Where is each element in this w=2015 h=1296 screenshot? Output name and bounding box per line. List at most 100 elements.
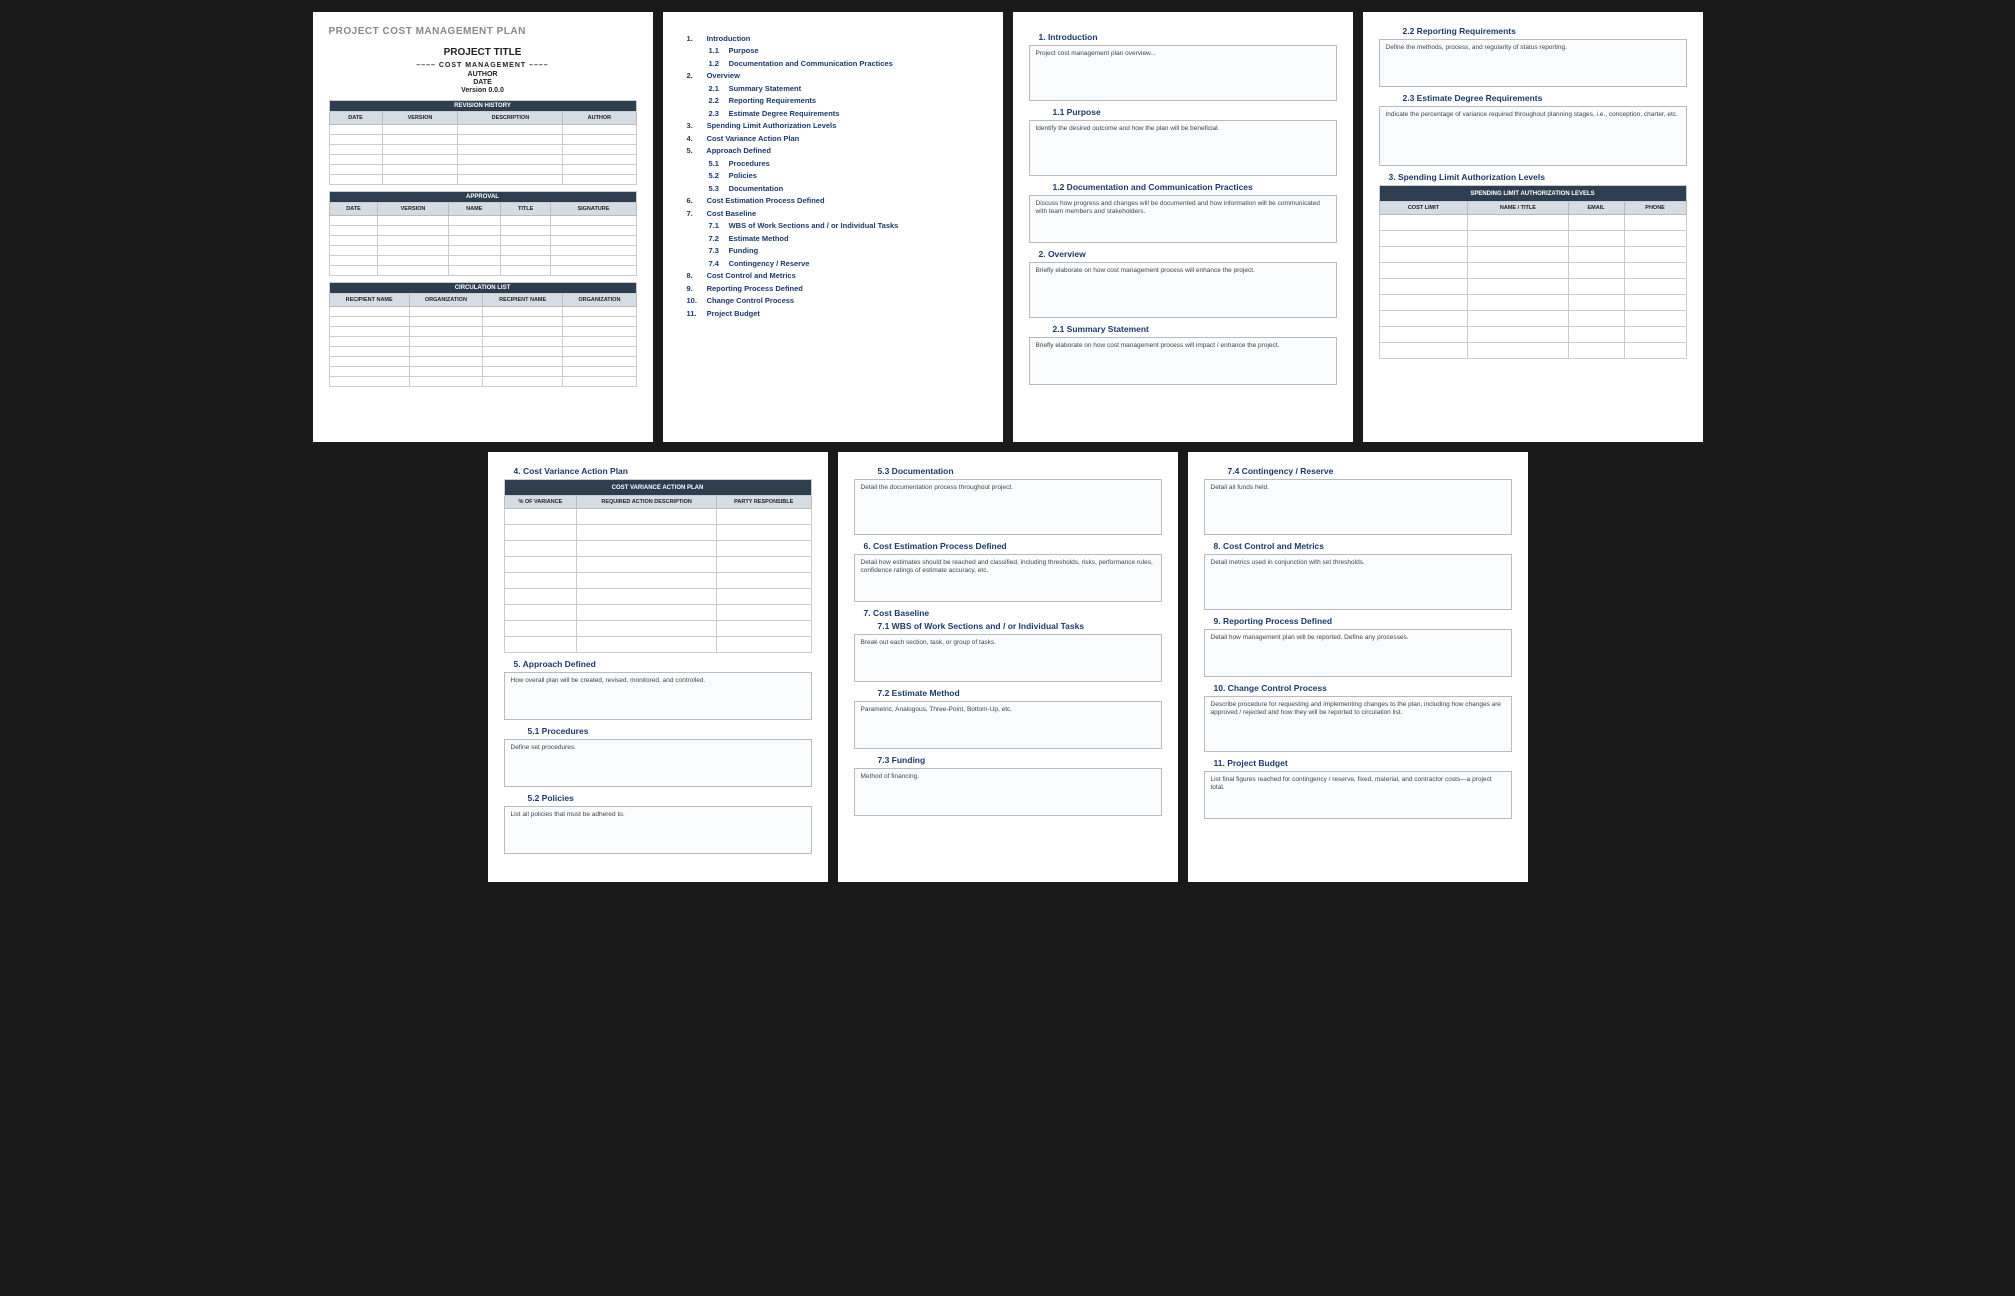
col-header: ORGANIZATION bbox=[409, 294, 482, 307]
sec-8-h: 8. Cost Control and Metrics bbox=[1204, 541, 1512, 551]
sec-7-4-box: Detail all funds held. bbox=[1204, 479, 1512, 535]
sec-2-1-box: Briefly elaborate on how cost management… bbox=[1029, 337, 1337, 385]
toc-subitem: 2.3 Estimate Degree Requirements bbox=[709, 109, 979, 118]
col-header: VERSION bbox=[382, 112, 458, 125]
date: DATE bbox=[329, 79, 637, 86]
sec-2-1-h: 2.1 Summary Statement bbox=[1029, 324, 1337, 334]
sec-10-h: 10. Change Control Process bbox=[1204, 683, 1512, 693]
col-header: REQUIRED ACTION DESCRIPTION bbox=[577, 496, 717, 509]
sec-2-3-box: Indicate the percentage of variance requ… bbox=[1379, 106, 1687, 166]
table-row bbox=[1379, 295, 1686, 311]
sec-5-1-h: 5.1 Procedures bbox=[504, 726, 812, 736]
sec-2-2-box: Define the methods, process, and regular… bbox=[1379, 39, 1687, 87]
sec-1-1-h: 1.1 Purpose bbox=[1029, 107, 1337, 117]
sec-7-3-box: Method of financing. bbox=[854, 768, 1162, 816]
table-row bbox=[329, 347, 636, 357]
toc-subitem: 5.2 Policies bbox=[709, 171, 979, 180]
table-row bbox=[329, 155, 636, 165]
toc-item: 2. Overview bbox=[687, 71, 979, 80]
approval-table: APPROVAL DATEVERSIONNAMETITLESIGNATURE bbox=[329, 191, 637, 276]
table-row bbox=[329, 266, 636, 276]
toc-subitem: 7.3 Funding bbox=[709, 246, 979, 255]
table-row bbox=[329, 327, 636, 337]
toc-item: 4. Cost Variance Action Plan bbox=[687, 134, 979, 143]
table-row bbox=[329, 226, 636, 236]
sec-6-box: Detail how estimates should be reached a… bbox=[854, 554, 1162, 602]
table-row bbox=[504, 637, 811, 653]
col-header: ORGANIZATION bbox=[563, 294, 636, 307]
table-row bbox=[329, 256, 636, 266]
col-header: SIGNATURE bbox=[551, 203, 636, 216]
table-row bbox=[1379, 327, 1686, 343]
table-row bbox=[329, 377, 636, 387]
sec-1-2-box: Discuss how progress and changes will be… bbox=[1029, 195, 1337, 243]
col-header: NAME / TITLE bbox=[1468, 202, 1568, 215]
table-row bbox=[504, 589, 811, 605]
toc-subitem: 2.1 Summary Statement bbox=[709, 84, 979, 93]
sec-5-1-box: Define set procedures. bbox=[504, 739, 812, 787]
table-row bbox=[329, 236, 636, 246]
toc-subitem: 7.4 Contingency / Reserve bbox=[709, 259, 979, 268]
table-row bbox=[1379, 279, 1686, 295]
col-header: RECIPIENT NAME bbox=[482, 294, 562, 307]
toc-subitem: 5.1 Procedures bbox=[709, 159, 979, 168]
toc-subitem: 2.2 Reporting Requirements bbox=[709, 96, 979, 105]
sec-1-box: Project cost management plan overview... bbox=[1029, 45, 1337, 101]
table-row bbox=[329, 125, 636, 135]
page-3: 1. Introduction Project cost management p… bbox=[1013, 12, 1353, 442]
toc-item: 7. Cost Baseline bbox=[687, 209, 979, 218]
table-row bbox=[329, 135, 636, 145]
page-4: 2.2 Reporting Requirements Define the met… bbox=[1363, 12, 1703, 442]
sec-6-h: 6. Cost Estimation Process Defined bbox=[854, 541, 1162, 551]
table-row bbox=[329, 367, 636, 377]
sec-7-1-h: 7.1 WBS of Work Sections and / or Indivi… bbox=[854, 621, 1162, 631]
sec-5-h: 5. Approach Defined bbox=[504, 659, 812, 669]
sec-2-2-h: 2.2 Reporting Requirements bbox=[1379, 26, 1687, 36]
sec-1-1-box: Identify the desired outcome and how the… bbox=[1029, 120, 1337, 176]
table-row bbox=[329, 357, 636, 367]
toc-subitem: 1.1 Purpose bbox=[709, 46, 979, 55]
table-row bbox=[504, 621, 811, 637]
sec-5-3-h: 5.3 Documentation bbox=[854, 466, 1162, 476]
sec-1-h: 1. Introduction bbox=[1029, 32, 1337, 42]
toc-subitem: 7.1 WBS of Work Sections and / or Indivi… bbox=[709, 221, 979, 230]
sec-10-box: Describe procedure for requesting and im… bbox=[1204, 696, 1512, 752]
col-header: AUTHOR bbox=[563, 112, 636, 125]
table-row bbox=[504, 509, 811, 525]
sec-2-box: Briefly elaborate on how cost management… bbox=[1029, 262, 1337, 318]
toc-item: 9. Reporting Process Defined bbox=[687, 284, 979, 293]
col-header: TITLE bbox=[500, 203, 550, 216]
toc-item: 8. Cost Control and Metrics bbox=[687, 271, 979, 280]
cost-mgmt-sub: –––– COST MANAGEMENT –––– bbox=[329, 62, 637, 69]
col-header: EMAIL bbox=[1568, 202, 1624, 215]
sec-8-box: Detail metrics used in conjunction with … bbox=[1204, 554, 1512, 610]
sec-2-3-h: 2.3 Estimate Degree Requirements bbox=[1379, 93, 1687, 103]
project-title: PROJECT TITLE bbox=[329, 47, 637, 58]
toc-item: 10. Change Control Process bbox=[687, 296, 979, 305]
variance-table: COST VARIANCE ACTION PLAN % OF VARIANCER… bbox=[504, 479, 812, 653]
author: AUTHOR bbox=[329, 71, 637, 78]
toc-subitem: 1.2 Documentation and Communication Prac… bbox=[709, 59, 979, 68]
table-row bbox=[1379, 215, 1686, 231]
table-row bbox=[504, 573, 811, 589]
spending-limit-table: SPENDING LIMIT AUTHORIZATION LEVELS COST… bbox=[1379, 185, 1687, 359]
sec-7-4-h: 7.4 Contingency / Reserve bbox=[1204, 466, 1512, 476]
table-row bbox=[329, 165, 636, 175]
sec-5-box: How overall plan will be created, revise… bbox=[504, 672, 812, 720]
page-1-cover: PROJECT COST MANAGEMENT PLAN PROJECT TIT… bbox=[313, 12, 653, 442]
table-row bbox=[504, 605, 811, 621]
col-header: DESCRIPTION bbox=[458, 112, 563, 125]
table-row bbox=[329, 307, 636, 317]
sec-11-h: 11. Project Budget bbox=[1204, 758, 1512, 768]
col-header: VERSION bbox=[378, 203, 448, 216]
sec-7-2-box: Parametric, Analogous, Three-Point, Bott… bbox=[854, 701, 1162, 749]
table-row bbox=[1379, 247, 1686, 263]
col-header: PARTY RESPONSIBLE bbox=[716, 496, 811, 509]
sec-5-3-box: Detail the documentation process through… bbox=[854, 479, 1162, 535]
table-row bbox=[1379, 311, 1686, 327]
toc-item: 6. Cost Estimation Process Defined bbox=[687, 196, 979, 205]
toc-item: 11. Project Budget bbox=[687, 309, 979, 318]
table-row bbox=[1379, 263, 1686, 279]
page-6: 5.3 Documentation Detail the documentatio… bbox=[838, 452, 1178, 882]
col-header: PHONE bbox=[1624, 202, 1686, 215]
